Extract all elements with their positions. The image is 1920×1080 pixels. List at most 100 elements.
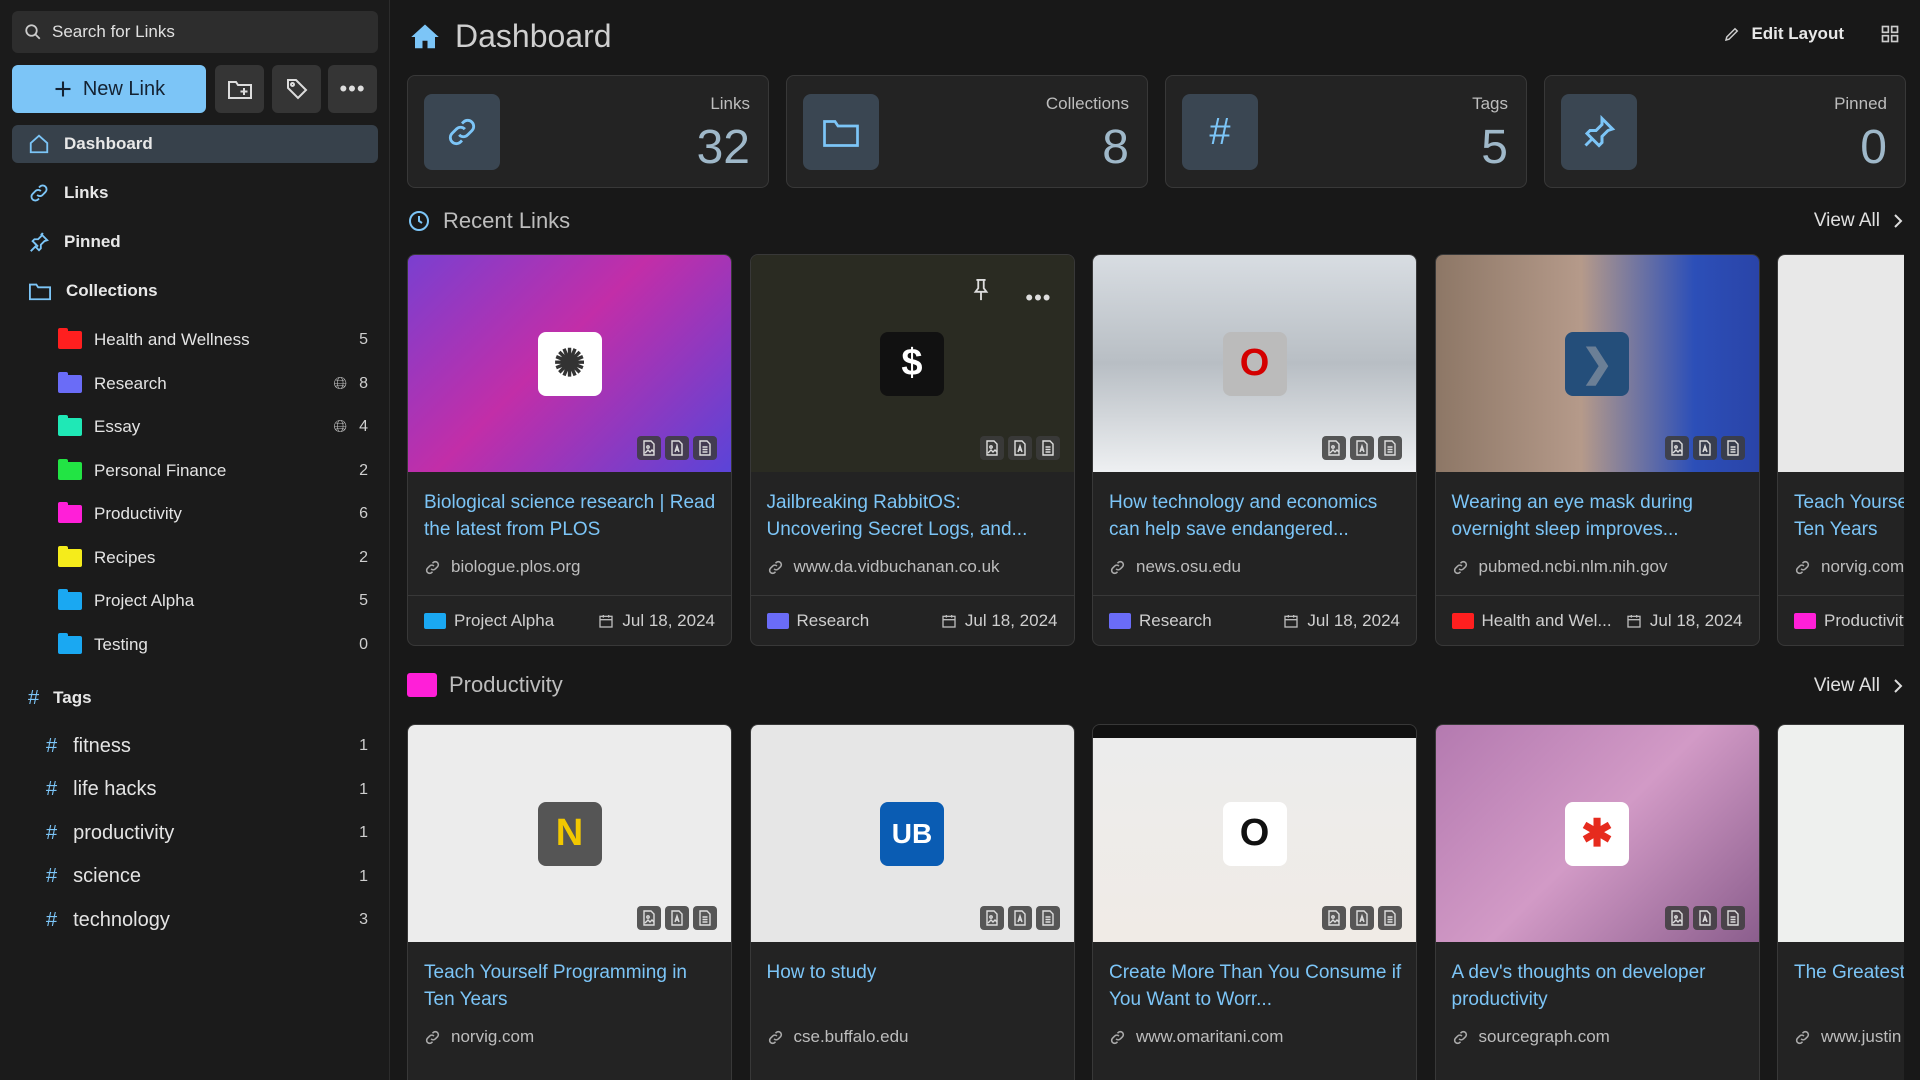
stat-card-tags[interactable]: # Tags 5 <box>1165 75 1527 188</box>
nav-dashboard[interactable]: Dashboard <box>12 125 378 163</box>
pin-icon[interactable] <box>970 277 992 303</box>
text-file-icon[interactable] <box>1720 436 1745 460</box>
sidebar-collection[interactable]: Testing 0 <box>58 627 368 663</box>
nav-collections[interactable]: Collections <box>12 272 378 310</box>
link-preview-image[interactable]: N <box>408 725 731 942</box>
nav-pinned[interactable]: Pinned <box>12 223 378 261</box>
image-file-icon[interactable] <box>1322 906 1346 930</box>
image-file-icon[interactable] <box>1664 436 1689 460</box>
image-file-icon[interactable] <box>1322 436 1346 460</box>
pdf-file-icon[interactable] <box>1350 436 1374 460</box>
more-options-button[interactable]: ••• <box>328 65 377 113</box>
card-collection-name[interactable]: Research <box>1139 611 1212 631</box>
link-title[interactable]: Wearing an eye mask during overnight sle… <box>1452 489 1747 543</box>
link-card[interactable]: ✺ Biological science research | Read the … <box>407 254 732 646</box>
sidebar-collection[interactable]: Productivity 6 <box>58 496 368 532</box>
sidebar-collection[interactable]: Essay 🌐︎ 4 <box>58 409 368 445</box>
link-card[interactable]: $ ••• Jailbreaking RabbitOS: Uncovering Se… <box>749 254 1075 646</box>
image-file-icon[interactable] <box>979 906 1004 930</box>
edit-layout-button[interactable]: Edit Layout <box>1723 24 1844 44</box>
nav-links[interactable]: Links <box>12 174 378 212</box>
link-preview-image[interactable]: $ ••• <box>750 255 1074 472</box>
hash-icon: # <box>46 865 58 887</box>
link-title[interactable]: Create More Than You Consume if You Want… <box>1109 959 1404 1013</box>
image-file-icon[interactable] <box>637 436 661 460</box>
nav-tags[interactable]: # Tags <box>12 679 378 717</box>
pdf-file-icon[interactable] <box>1692 436 1717 460</box>
link-card[interactable]: The Greatest Hack: Learning www.justin <box>1777 724 1904 1080</box>
link-preview-image[interactable]: ❯ <box>1435 255 1759 472</box>
new-collection-button[interactable] <box>215 65 264 113</box>
link-card[interactable]: UB How to study cse.buffalo.edu <box>749 724 1075 1080</box>
stat-card-collections[interactable]: Collections 8 <box>786 75 1148 188</box>
sidebar-collection[interactable]: Project Alpha 5 <box>58 583 368 619</box>
link-title[interactable]: How technology and economics can help sa… <box>1109 489 1404 543</box>
card-collection-name[interactable]: Research <box>797 611 870 631</box>
link-preview-image[interactable] <box>1778 725 1904 942</box>
hash-icon: # <box>46 778 58 800</box>
link-preview-image[interactable]: O <box>1093 725 1416 942</box>
pdf-file-icon[interactable] <box>1007 436 1032 460</box>
sidebar-collection[interactable]: Research 🌐︎ 8 <box>58 366 368 402</box>
tags-button[interactable] <box>272 65 321 113</box>
link-preview-image[interactable]: O <box>1093 255 1416 472</box>
link-title[interactable]: The Greatest Hack: Learning <box>1794 959 1904 986</box>
grid-view-button[interactable] <box>1880 24 1900 49</box>
pdf-file-icon[interactable] <box>665 906 689 930</box>
text-file-icon[interactable] <box>1035 436 1060 460</box>
stat-card-pinned[interactable]: Pinned 0 <box>1544 75 1906 188</box>
image-file-icon[interactable] <box>1664 906 1689 930</box>
sidebar-tag[interactable]: # science 1 <box>46 859 368 895</box>
link-card[interactable]: O Create More Than You Consume if You Wan… <box>1092 724 1417 1080</box>
link-card[interactable]: ✱ A dev's thoughts on developer productiv… <box>1434 724 1760 1080</box>
text-file-icon[interactable] <box>693 436 717 460</box>
link-card[interactable]: Teach Yourself Programming in Ten Years n… <box>1777 254 1904 646</box>
folder-icon <box>58 502 82 523</box>
sidebar-tag[interactable]: # life hacks 1 <box>46 772 368 808</box>
link-preview-image[interactable]: ✺ <box>408 255 731 472</box>
pdf-file-icon[interactable] <box>1350 906 1374 930</box>
link-preview-image[interactable]: ✱ <box>1435 725 1759 942</box>
new-link-button[interactable]: New Link <box>12 65 206 113</box>
recent-view-all-link[interactable]: View All <box>1814 210 1904 232</box>
text-file-icon[interactable] <box>1035 906 1060 930</box>
file-format-icons <box>637 436 717 460</box>
sidebar-tag[interactable]: # technology 3 <box>46 902 368 938</box>
link-card[interactable]: O How technology and economics can help s… <box>1092 254 1417 646</box>
productivity-view-all-link[interactable]: View All <box>1814 675 1904 697</box>
sidebar-collection[interactable]: Recipes 2 <box>58 540 368 576</box>
link-preview-image[interactable]: UB <box>750 725 1074 942</box>
link-title[interactable]: Jailbreaking RabbitOS: Uncovering Secret… <box>767 489 1062 543</box>
card-collection-name[interactable]: Health and Wel... <box>1482 611 1612 631</box>
stat-card-links[interactable]: Links 32 <box>407 75 769 188</box>
sidebar-collection[interactable]: Personal Finance 2 <box>58 453 368 489</box>
link-title[interactable]: Biological science research | Read the l… <box>424 489 719 543</box>
text-file-icon[interactable] <box>1378 906 1402 930</box>
link-title[interactable]: How to study <box>767 959 1062 986</box>
link-title[interactable]: Teach Yourself Programming in Ten Years <box>424 959 719 1013</box>
link-domain: cse.buffalo.edu <box>767 1027 909 1047</box>
card-collection-name[interactable]: Productivity <box>1824 611 1904 631</box>
search-bar[interactable] <box>12 11 378 53</box>
card-collection-name[interactable]: Project Alpha <box>454 611 554 631</box>
image-file-icon[interactable] <box>979 436 1004 460</box>
more-icon[interactable]: ••• <box>1025 285 1051 311</box>
sidebar-tag[interactable]: # fitness 1 <box>46 728 368 764</box>
link-card[interactable]: ❯ Wearing an eye mask during overnight sl… <box>1434 254 1760 646</box>
pdf-file-icon[interactable] <box>1692 906 1717 930</box>
text-file-icon[interactable] <box>693 906 717 930</box>
link-title[interactable]: Teach Yourself Programming in Ten Years <box>1794 489 1904 543</box>
pdf-file-icon[interactable] <box>1007 906 1032 930</box>
text-file-icon[interactable] <box>1720 906 1745 930</box>
link-title[interactable]: A dev's thoughts on developer productivi… <box>1452 959 1747 1013</box>
sidebar-tag[interactable]: # productivity 1 <box>46 815 368 851</box>
text-file-icon[interactable] <box>1378 436 1402 460</box>
link-card[interactable]: N Teach Yourself Programming in Ten Years… <box>407 724 732 1080</box>
image-file-icon[interactable] <box>637 906 661 930</box>
link-preview-image[interactable] <box>1778 255 1904 472</box>
search-input[interactable] <box>52 22 352 42</box>
pdf-file-icon[interactable] <box>665 436 689 460</box>
hash-icon: # <box>28 686 40 709</box>
sidebar-collection[interactable]: Health and Wellness 5 <box>58 322 368 358</box>
nav-dashboard-label: Dashboard <box>64 134 153 153</box>
